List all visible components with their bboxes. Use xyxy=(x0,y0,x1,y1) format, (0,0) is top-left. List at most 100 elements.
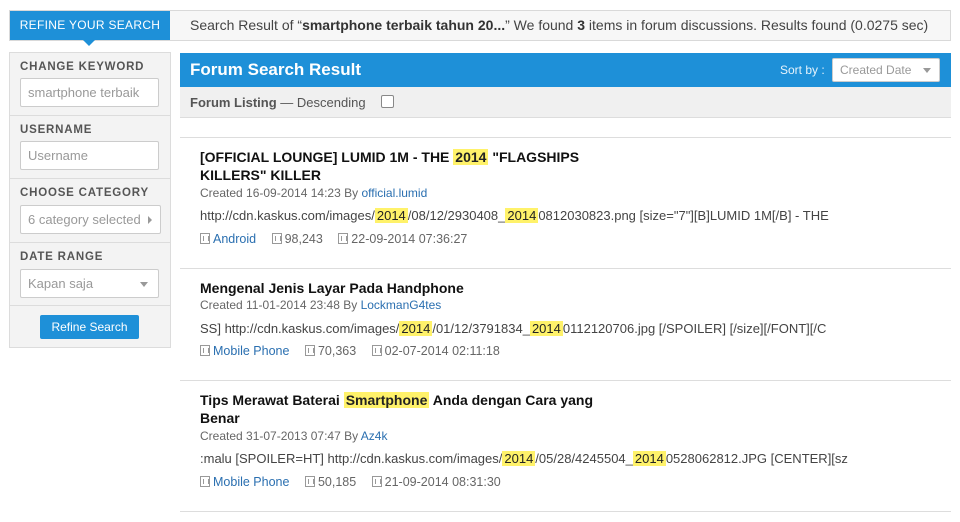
snippet-text: :malu [SPOILER=HT] http://cdn.kaskus.com… xyxy=(200,451,503,466)
category-stat: Mobile Phone xyxy=(200,475,289,489)
chevron-right-icon xyxy=(148,216,152,224)
change-keyword-label: CHANGE KEYWORD xyxy=(20,61,145,73)
views-icon xyxy=(271,233,282,244)
summary-mid: ” We found xyxy=(505,17,578,33)
search-summary-bar: REFINE YOUR SEARCH Search Result of “sma… xyxy=(9,10,951,46)
category-select-value: 6 category selected xyxy=(28,212,141,227)
snippet-text: 0528062812.JPG [CENTER][sz xyxy=(665,451,848,466)
author-link[interactable]: LockmanG4tes xyxy=(361,298,442,312)
post-title-text: Tips Merawat Baterai xyxy=(200,392,344,408)
snippet-text: /01/12/3791834_ xyxy=(432,321,530,336)
summary-query: smartphone terbaik tahun 20... xyxy=(302,17,506,33)
sidebar-divider xyxy=(10,242,170,243)
username-input[interactable]: Username xyxy=(20,141,159,170)
calendar-icon xyxy=(371,476,382,487)
choose-category-label: CHOOSE CATEGORY xyxy=(20,187,149,199)
highlight: 2014 xyxy=(399,321,433,336)
forum-listing-text: Forum Listing — Descending xyxy=(190,87,366,118)
snippet-text: /08/12/2930408_ xyxy=(407,208,506,223)
post-title[interactable]: Mengenal Jenis Layar Pada Handphone xyxy=(200,279,630,297)
post-meta: Created 16-09-2014 14:23 By official.lum… xyxy=(200,186,427,200)
search-result-summary: Search Result of “smartphone terbaik tah… xyxy=(190,11,928,40)
category-link[interactable]: Mobile Phone xyxy=(213,475,289,489)
sort-by-label: Sort by : xyxy=(780,63,825,77)
chevron-down-icon xyxy=(923,68,931,73)
chevron-down-icon xyxy=(140,282,148,287)
created-date: Created 31-07-2013 07:47 By xyxy=(200,429,361,443)
highlight: 2014 xyxy=(374,208,408,223)
category-stat: Android xyxy=(200,232,256,246)
post-snippet: :malu [SPOILER=HT] http://cdn.kaskus.com… xyxy=(200,451,848,466)
refine-your-search-tab[interactable]: REFINE YOUR SEARCH xyxy=(10,11,170,46)
sidebar-divider xyxy=(10,115,170,116)
post-stats: Android 98,243 22-09-2014 07:36:27 xyxy=(200,232,479,246)
post-meta: Created 31-07-2013 07:47 By Az4k xyxy=(200,429,387,443)
post-stats: Mobile Phone 70,363 02-07-2014 02:11:18 xyxy=(200,344,512,358)
forum-icon xyxy=(200,345,210,356)
post-stats: Mobile Phone 50,185 21-09-2014 08:31:30 xyxy=(200,475,513,489)
author-link[interactable]: Az4k xyxy=(361,429,388,443)
views-icon xyxy=(304,476,315,487)
date-range-select[interactable]: Kapan saja xyxy=(20,269,159,298)
post-title[interactable]: [OFFICIAL LOUNGE] LUMID 1M - THE 2014 "F… xyxy=(200,148,630,184)
views-stat: 98,243 xyxy=(271,232,323,246)
last-post-date: 21-09-2014 08:31:30 xyxy=(384,475,501,489)
list-item: Mengenal Jenis Layar Pada Handphone Crea… xyxy=(180,269,951,381)
highlight: 2014 xyxy=(505,208,539,223)
snippet-text: 0812030823.png [size="7"][B]LUMID 1M[/B]… xyxy=(538,208,829,223)
date-range-value: Kapan saja xyxy=(28,276,94,291)
page-title: Forum Search Result xyxy=(190,60,361,79)
sort-by-value: Created Date xyxy=(840,63,912,77)
highlight: 2014 xyxy=(632,451,666,466)
post-title[interactable]: Tips Merawat Baterai Smartphone Anda den… xyxy=(200,391,630,427)
views-stat: 50,185 xyxy=(304,475,357,489)
category-select[interactable]: 6 category selected xyxy=(20,205,161,234)
username-label: USERNAME xyxy=(20,124,93,136)
descending-checkbox[interactable] xyxy=(381,95,394,108)
highlight: 2014 xyxy=(502,451,536,466)
post-snippet: SS] http://cdn.kaskus.com/images/2014/01… xyxy=(200,321,826,336)
category-link[interactable]: Mobile Phone xyxy=(213,344,289,358)
forum-listing-order: — Descending xyxy=(276,95,366,110)
summary-prefix: Search Result of “ xyxy=(190,17,303,33)
divider xyxy=(180,119,951,138)
last-post-date: 22-09-2014 07:36:27 xyxy=(351,232,468,246)
views-icon xyxy=(304,345,315,356)
category-link[interactable]: Android xyxy=(213,232,256,246)
highlight: Smartphone xyxy=(343,392,430,408)
forum-icon xyxy=(200,233,210,244)
sidebar-divider xyxy=(10,305,170,306)
created-date: Created 11-01-2014 23:48 By xyxy=(200,298,361,312)
category-stat: Mobile Phone xyxy=(200,344,289,358)
views-count: 98,243 xyxy=(284,232,323,246)
snippet-text: /05/28/4245504_ xyxy=(535,451,633,466)
post-title-text: [OFFICIAL LOUNGE] LUMID 1M - THE xyxy=(200,149,454,165)
author-link[interactable]: official.lumid xyxy=(361,186,427,200)
views-count: 70,363 xyxy=(317,344,357,358)
forum-results-panel: Forum Search Result Sort by : Created Da… xyxy=(180,53,951,522)
forum-listing-bar: Forum Listing — Descending xyxy=(180,87,951,118)
views-stat: 70,363 xyxy=(304,344,357,358)
snippet-text: SS] http://cdn.kaskus.com/images/ xyxy=(200,321,400,336)
refine-sidebar: CHANGE KEYWORD smartphone terbaik USERNA… xyxy=(9,52,171,348)
views-count: 50,185 xyxy=(317,475,357,489)
calendar-icon xyxy=(338,233,349,244)
last-post-stat: 02-07-2014 02:11:18 xyxy=(371,344,500,358)
summary-count: 3 xyxy=(577,17,586,33)
highlight: 2014 xyxy=(529,321,563,336)
date-range-label: DATE RANGE xyxy=(20,251,104,263)
sort-by-select[interactable]: Created Date xyxy=(832,58,940,82)
created-date: Created 16-09-2014 14:23 By xyxy=(200,186,362,200)
refine-search-button[interactable]: Refine Search xyxy=(40,315,139,339)
list-item: [OFFICIAL LOUNGE] LUMID 1M - THE 2014 "F… xyxy=(180,138,951,269)
list-item: Tips Merawat Baterai Smartphone Anda den… xyxy=(180,381,951,512)
highlight: 2014 xyxy=(453,149,489,165)
post-meta: Created 11-01-2014 23:48 By LockmanG4tes xyxy=(200,298,441,312)
snippet-text: http://cdn.kaskus.com/images/ xyxy=(200,208,375,223)
last-post-stat: 21-09-2014 08:31:30 xyxy=(371,475,501,489)
calendar-icon xyxy=(371,345,382,356)
last-post-stat: 22-09-2014 07:36:27 xyxy=(338,232,467,246)
post-title-text: Mengenal Jenis Layar Pada Handphone xyxy=(200,280,464,296)
keyword-input[interactable]: smartphone terbaik xyxy=(20,78,159,107)
snippet-text: 0112120706.jpg [/SPOILER] [/size][/FONT]… xyxy=(562,321,827,336)
